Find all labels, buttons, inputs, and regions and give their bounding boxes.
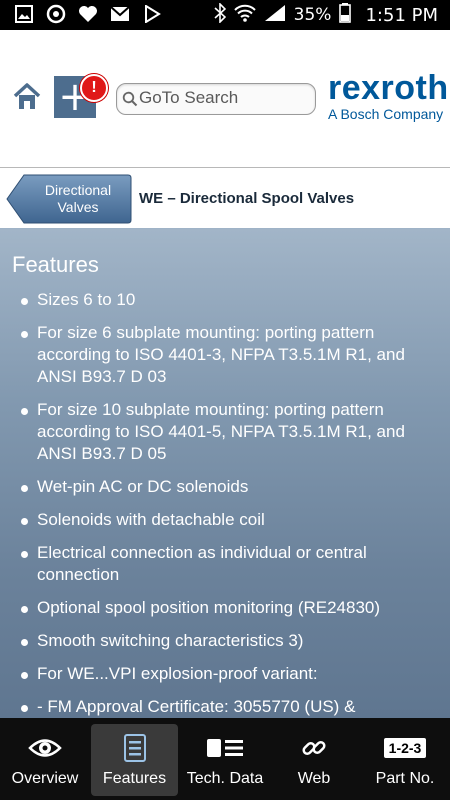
feature-item: Wet-pin AC or DC solenoids	[0, 476, 450, 498]
feature-item: For size 6 subplate mounting: porting pa…	[0, 322, 450, 388]
tab-web-label: Web	[297, 770, 331, 787]
feature-item: Smooth switching characteristics 3)	[0, 630, 450, 652]
home-icon[interactable]	[12, 82, 42, 112]
app-header: + ! rexroth A Bosch Company	[0, 30, 450, 168]
brand-name: rexroth	[328, 69, 449, 107]
feature-text: Solenoids with detachable coil	[37, 510, 265, 529]
feature-text: For size 6 subplate mounting: porting pa…	[37, 323, 405, 386]
feature-text: Smooth switching characteristics 3)	[37, 631, 304, 650]
tab-overview[interactable]: Overview	[0, 724, 90, 796]
part-number-icon: 1-2-3	[383, 730, 427, 766]
feature-item: For WE...VPI explosion-proof variant:	[0, 663, 450, 685]
status-bar: 35% 1:51 PM	[0, 0, 450, 30]
tab-tech-data-label: Tech. Data	[186, 770, 264, 787]
tab-tech-data[interactable]: Tech. Data	[180, 724, 270, 796]
play-store-icon	[142, 4, 162, 24]
part-number-icon-text: 1-2-3	[383, 738, 427, 758]
bullet-icon	[21, 518, 28, 525]
page-title: WE – Directional Spool Valves	[139, 190, 355, 207]
tab-part-no[interactable]: 1-2-3 Part No.	[360, 724, 450, 796]
feature-item: Solenoids with detachable coil	[0, 509, 450, 531]
feature-item: Sizes 6 to 10	[0, 289, 450, 311]
search-icon	[122, 91, 138, 107]
signal-icon	[264, 4, 286, 27]
sync-icon	[46, 4, 66, 24]
list-icon	[123, 730, 146, 766]
alert-badge: !	[80, 74, 108, 102]
tab-features-label: Features	[102, 770, 167, 787]
bullet-icon	[21, 606, 28, 613]
tab-part-no-label: Part No.	[375, 770, 435, 787]
battery-percent: 35%	[293, 5, 332, 25]
feature-text: Wet-pin AC or DC solenoids	[37, 477, 249, 496]
feature-item: For size 10 subplate mounting: porting p…	[0, 399, 450, 465]
bullet-icon	[21, 672, 28, 679]
bluetooth-icon	[214, 1, 226, 28]
goto-search[interactable]	[116, 83, 316, 115]
bullet-icon	[21, 408, 28, 415]
feature-item: - FM Approval Certificate: 3055770 (US) …	[0, 696, 450, 718]
feature-item: Optional spool position monitoring (RE24…	[0, 597, 450, 619]
eye-icon	[28, 730, 62, 766]
breadcrumb-bar: Directional Valves WE – Directional Spoo…	[0, 168, 450, 229]
battery-icon	[339, 2, 352, 28]
feature-text: For WE...VPI explosion-proof variant:	[37, 664, 318, 683]
feature-text: - FM Approval Certificate: 3055770 (US) …	[37, 697, 356, 716]
feature-text: Sizes 6 to 10	[37, 290, 136, 309]
mail-icon	[110, 4, 130, 24]
bottom-nav: Overview Features Tech. Data Web 1-2-3 P…	[0, 718, 450, 800]
feature-text: Optional spool position monitoring (RE24…	[37, 598, 381, 617]
tab-overview-label: Overview	[11, 770, 79, 787]
gallery-icon	[14, 4, 34, 24]
bullet-icon	[21, 551, 28, 558]
back-button-label: Directional Valves	[44, 182, 112, 215]
data-sheet-icon	[206, 730, 244, 766]
feature-text: Electrical connection as individual or c…	[37, 543, 367, 584]
iheart-icon	[78, 4, 98, 24]
bullet-icon	[21, 331, 28, 338]
wifi-icon	[233, 4, 256, 27]
feature-text: For size 10 subplate mounting: porting p…	[37, 400, 405, 463]
bullet-icon	[21, 705, 28, 712]
link-icon	[301, 730, 327, 766]
search-input[interactable]	[139, 86, 309, 110]
clock: 1:51 PM	[365, 4, 438, 26]
section-title: Features	[12, 252, 99, 277]
bullet-icon	[21, 485, 28, 492]
features-list: Sizes 6 to 10 For size 6 subplate mountin…	[0, 289, 450, 718]
brand-subtitle: A Bosch Company	[328, 106, 444, 122]
tab-web[interactable]: Web	[270, 724, 358, 796]
bullet-icon	[21, 639, 28, 646]
tab-features[interactable]: Features	[91, 724, 178, 796]
brand-logo: rexroth A Bosch Company	[328, 70, 450, 122]
feature-item: Electrical connection as individual or c…	[0, 542, 450, 586]
features-panel[interactable]: Features Sizes 6 to 10 For size 6 subplat…	[0, 229, 450, 718]
bullet-icon	[21, 298, 28, 305]
back-button[interactable]: Directional Valves	[6, 174, 132, 224]
